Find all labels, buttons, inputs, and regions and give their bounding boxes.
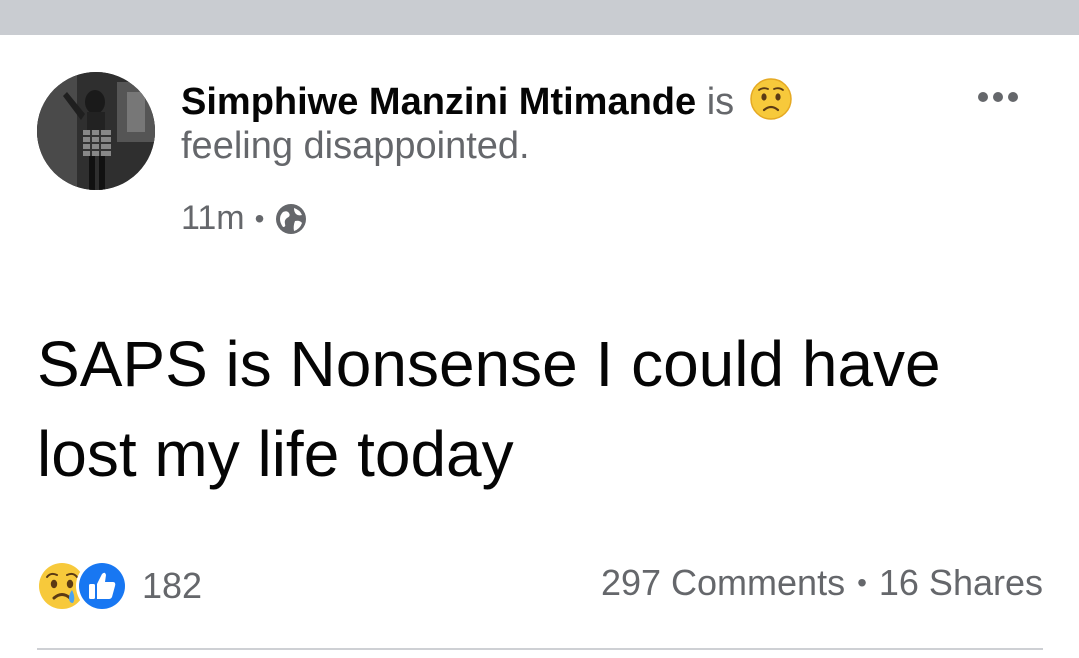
divider [37, 648, 1043, 650]
feeling-prefix: is [706, 81, 735, 123]
reactions-summary[interactable]: 182 [34, 558, 202, 614]
post-meta: 11m • [181, 199, 308, 238]
post-card: Simphiwe Manzini Mtimande is feeling dis… [0, 35, 1079, 658]
shares-count-link[interactable]: 16 Shares [879, 562, 1043, 604]
avatar[interactable] [37, 72, 155, 190]
disappointed-face-emoji-icon [749, 78, 792, 120]
like-reaction-icon [76, 560, 128, 612]
globe-icon[interactable] [274, 202, 308, 236]
top-bar [0, 0, 1079, 35]
post-body: SAPS is Nonsense I could have lost my li… [37, 328, 941, 490]
comments-count-link[interactable]: 297 Comments [601, 562, 845, 604]
author-name[interactable]: Simphiwe Manzini Mtimande [181, 81, 696, 123]
engagement-stats: 297 Comments • 16 Shares [601, 562, 1043, 604]
more-options-button[interactable] [962, 82, 1034, 112]
more-dot-icon [1008, 92, 1018, 102]
post-header: Simphiwe Manzini Mtimande is feeling dis… [181, 77, 941, 168]
reaction-count[interactable]: 182 [142, 565, 202, 607]
timestamp[interactable]: 11m [181, 199, 245, 238]
meta-separator: • [254, 202, 265, 234]
more-dot-icon [993, 92, 1003, 102]
feeling-text: feeling disappointed. [181, 125, 530, 167]
engagement-separator: • [857, 567, 867, 598]
more-dot-icon [978, 92, 988, 102]
